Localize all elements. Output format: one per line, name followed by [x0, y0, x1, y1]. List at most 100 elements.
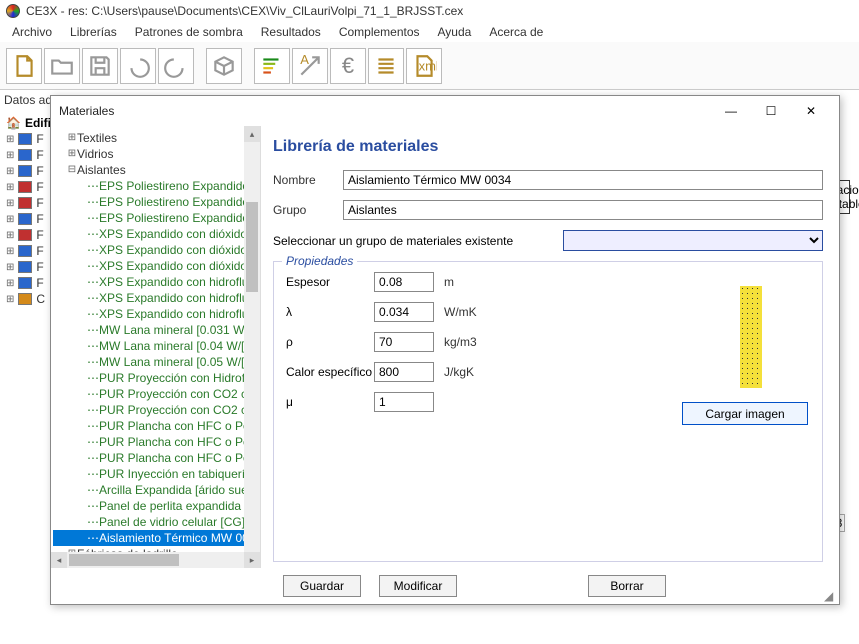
sidebar-item-7[interactable]: ⊞F: [6, 244, 54, 258]
sidebar-item-0[interactable]: ⊞F: [6, 132, 54, 146]
select-group[interactable]: [563, 230, 823, 251]
tree-item-10[interactable]: ⋯ MW Lana mineral [0.04 W/[mK: [53, 338, 244, 354]
input-nombre[interactable]: [343, 170, 823, 190]
hscroll-thumb[interactable]: [69, 554, 179, 566]
label-lambda: λ: [286, 305, 374, 319]
sidebar-item-1[interactable]: ⊞F: [6, 148, 54, 162]
tree-item-4[interactable]: ⋯ XPS Expandido con dióxido de: [53, 242, 244, 258]
item-icon: [18, 213, 32, 225]
input-mu[interactable]: [374, 392, 434, 412]
tree-item-22[interactable]: ⋯ Aislamiento Térmico MW 0034: [53, 530, 244, 546]
borrar-button[interactable]: Borrar: [588, 575, 666, 597]
tree-scrollbar[interactable]: ▴ ▾: [244, 126, 260, 568]
tree-item-18[interactable]: ⋯ PUR Inyección en tabiquería co: [53, 466, 244, 482]
expand-icon[interactable]: ⊞: [6, 198, 14, 209]
expand-icon[interactable]: ⊞: [6, 214, 14, 225]
svg-text:xml: xml: [419, 58, 437, 73]
tree-cat-vidrios[interactable]: ⊞Vidrios: [53, 146, 244, 162]
menu-librerias[interactable]: Librerías: [62, 23, 125, 41]
modificar-button[interactable]: Modificar: [379, 575, 457, 597]
sidebar-item-8[interactable]: ⊞F: [6, 260, 54, 274]
new-doc-icon[interactable]: [6, 48, 42, 84]
tree-cat-aislantes[interactable]: ⊟Aislantes: [53, 162, 244, 178]
side-tab-label[interactable]: Datos ad: [4, 93, 52, 107]
tree-item-13[interactable]: ⋯ PUR Proyección con CO2 celda: [53, 386, 244, 402]
menu-archivo[interactable]: Archivo: [4, 23, 60, 41]
input-calor[interactable]: [374, 362, 434, 382]
tree-item-20[interactable]: ⋯ Panel de perlita expandida [EI: [53, 498, 244, 514]
cargar-imagen-button[interactable]: Cargar imagen: [682, 402, 808, 425]
open-icon[interactable]: [44, 48, 80, 84]
sidebar-item-5[interactable]: ⊞F: [6, 212, 54, 226]
expand-icon[interactable]: ⊞: [6, 262, 14, 273]
minimize-icon[interactable]: —: [711, 97, 751, 125]
tree-cat-textiles[interactable]: ⊞Textiles: [53, 130, 244, 146]
euro-icon[interactable]: €: [330, 48, 366, 84]
tree-item-2[interactable]: ⋯ EPS Poliestireno Expandido [ 0: [53, 210, 244, 226]
expand-icon[interactable]: ⊞: [6, 278, 14, 289]
xml-icon[interactable]: xml: [406, 48, 442, 84]
collapse-icon[interactable]: ⊟: [67, 162, 77, 178]
tree-item-11[interactable]: ⋯ MW Lana mineral [0.05 W/[mK: [53, 354, 244, 370]
menu-complementos[interactable]: Complementos: [331, 23, 428, 41]
guardar-button[interactable]: Guardar: [283, 575, 361, 597]
expand-icon[interactable]: ⊞: [6, 294, 14, 305]
tree-item-19[interactable]: ⋯ Arcilla Expandida [árido suelto: [53, 482, 244, 498]
arrow-a-icon[interactable]: A: [292, 48, 328, 84]
tree-hscrollbar[interactable]: ◂▸: [51, 552, 260, 568]
tree-item-6[interactable]: ⋯ XPS Expandido con hidrofluorc: [53, 274, 244, 290]
undo-icon[interactable]: [120, 48, 156, 84]
input-rho[interactable]: [374, 332, 434, 352]
scroll-thumb[interactable]: [246, 202, 258, 292]
tree-root[interactable]: Edifi: [25, 116, 51, 130]
expand-icon[interactable]: ⊞: [6, 166, 14, 177]
expand-icon[interactable]: ⊞: [6, 134, 14, 145]
input-lambda[interactable]: [374, 302, 434, 322]
tree-item-16[interactable]: ⋯ PUR Plancha con HFC o Penta: [53, 434, 244, 450]
menu-patrones[interactable]: Patrones de sombra: [127, 23, 251, 41]
label-select-group: Seleccionar un grupo de materiales exist…: [273, 234, 563, 248]
tree-item-3[interactable]: ⋯ XPS Expandido con dióxido de: [53, 226, 244, 242]
menu-acerca[interactable]: Acerca de: [481, 23, 551, 41]
cube-icon[interactable]: [206, 48, 242, 84]
tree-item-5[interactable]: ⋯ XPS Expandido con dióxido de: [53, 258, 244, 274]
save-icon[interactable]: [82, 48, 118, 84]
expand-icon[interactable]: ⊞: [6, 182, 14, 193]
dialog-titlebar[interactable]: Materiales — ☐ ✕: [51, 96, 839, 126]
input-espesor[interactable]: [374, 272, 434, 292]
tree-item-7[interactable]: ⋯ XPS Expandido con hidrofluorc: [53, 290, 244, 306]
sidebar-item-6[interactable]: ⊞F: [6, 228, 54, 242]
expand-icon[interactable]: ⊞: [6, 246, 14, 257]
tree-item-15[interactable]: ⋯ PUR Plancha con HFC o Pentar: [53, 418, 244, 434]
expand-icon[interactable]: ⊞: [67, 146, 77, 162]
expand-icon[interactable]: ⊞: [67, 130, 77, 146]
tree-item-9[interactable]: ⋯ MW Lana mineral [0.031 W/[m: [53, 322, 244, 338]
tree-item-8[interactable]: ⋯ XPS Expandido con hidrofluorc: [53, 306, 244, 322]
maximize-icon[interactable]: ☐: [751, 97, 791, 125]
close-icon[interactable]: ✕: [791, 97, 831, 125]
scroll-right-icon[interactable]: ▸: [244, 552, 260, 568]
lines-icon[interactable]: [368, 48, 404, 84]
resize-grip-icon[interactable]: ◢: [824, 589, 836, 601]
materials-dialog: Materiales — ☐ ✕ ⊞Textiles⊞Vidrios⊟Aisla…: [50, 95, 840, 605]
sidebar-item-9[interactable]: ⊞F: [6, 276, 54, 290]
expand-icon[interactable]: ⊞: [6, 150, 14, 161]
tree-item-17[interactable]: ⋯ PUR Plancha con HFC o Penta: [53, 450, 244, 466]
tree-item-12[interactable]: ⋯ PUR Proyección con Hidrofluor: [53, 370, 244, 386]
redo-icon[interactable]: [158, 48, 194, 84]
tree-item-0[interactable]: ⋯ EPS Poliestireno Expandido [ 0: [53, 178, 244, 194]
tree-item-14[interactable]: ⋯ PUR Proyección con CO2 celda: [53, 402, 244, 418]
energy-label-icon[interactable]: [254, 48, 290, 84]
tree-item-21[interactable]: ⋯ Panel de vidrio celular [CG]: [53, 514, 244, 530]
scroll-left-icon[interactable]: ◂: [51, 552, 67, 568]
tree-item-1[interactable]: ⋯ EPS Poliestireno Expandido [ 0: [53, 194, 244, 210]
sidebar-item-10[interactable]: ⊞C: [6, 292, 54, 306]
menu-ayuda[interactable]: Ayuda: [430, 23, 480, 41]
scroll-up-icon[interactable]: ▴: [244, 126, 260, 142]
menu-resultados[interactable]: Resultados: [253, 23, 329, 41]
expand-icon[interactable]: ⊞: [6, 230, 14, 241]
sidebar-item-4[interactable]: ⊞F: [6, 196, 54, 210]
sidebar-item-2[interactable]: ⊞F: [6, 164, 54, 178]
input-grupo[interactable]: [343, 200, 823, 220]
sidebar-item-3[interactable]: ⊞F: [6, 180, 54, 194]
